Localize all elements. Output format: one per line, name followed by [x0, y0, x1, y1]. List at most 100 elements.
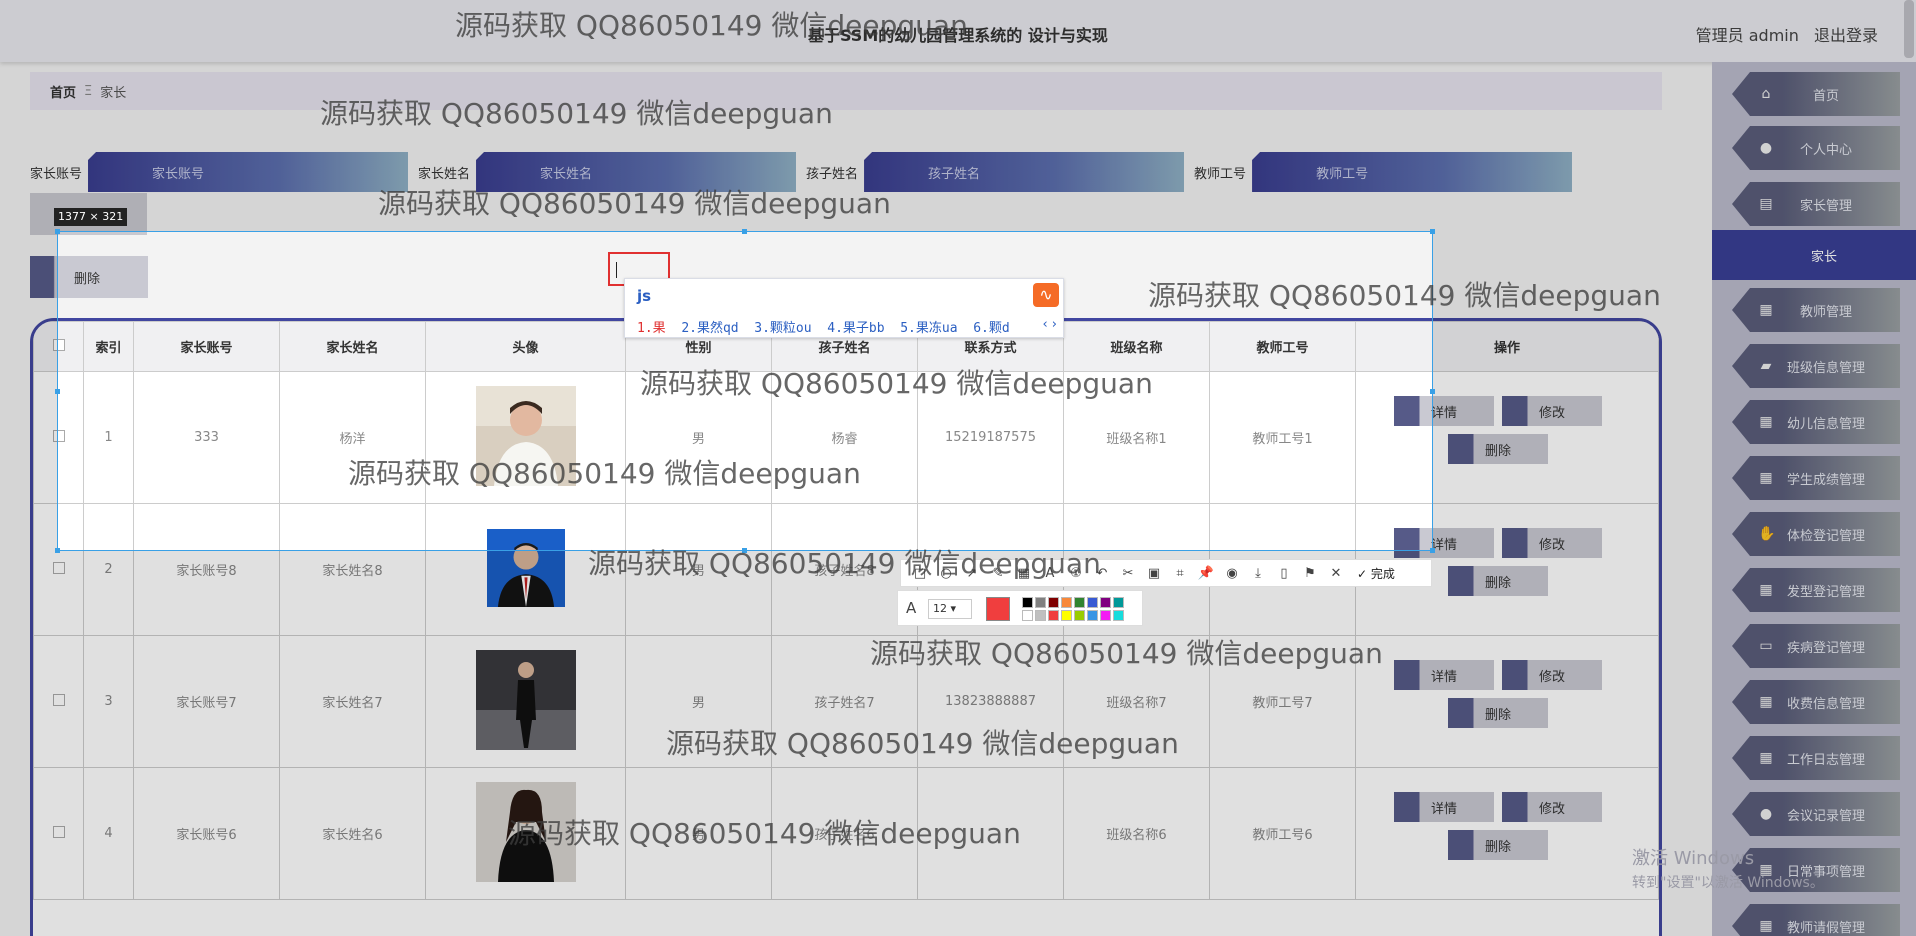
- ime-candidate[interactable]: 5.果冻ua: [900, 321, 957, 336]
- color-swatch[interactable]: [1061, 597, 1072, 608]
- watermark-text: 源码获取 QQ86050149 微信deepguan: [348, 457, 861, 490]
- sidebar-item-log-mgmt[interactable]: ▦ 工作日志管理: [1732, 736, 1900, 780]
- sidebar-item-label: 学生成绩管理: [1786, 472, 1865, 488]
- sidebar-item-hair-mgmt[interactable]: ▦ 发型登记管理: [1732, 568, 1900, 612]
- ime-candidate[interactable]: 4.果子bb: [827, 321, 884, 336]
- cell-account: 家长账号6: [133, 767, 280, 900]
- watermark-text: 源码获取 QQ86050149 微信deepguan: [666, 727, 1179, 760]
- sidebar-item-child-mgmt[interactable]: ▦ 幼儿信息管理: [1732, 400, 1900, 444]
- scissors-icon[interactable]: ✂: [1115, 566, 1141, 581]
- cell-name: 家长姓名6: [279, 767, 426, 900]
- ime-candidate[interactable]: 6.颗d: [973, 321, 1009, 336]
- sidebar-item-fee-mgmt[interactable]: ▦ 收费信息管理: [1732, 680, 1900, 724]
- sidebar-item-label: 会议记录管理: [1786, 808, 1865, 824]
- delete-button[interactable]: 删除: [1448, 698, 1548, 728]
- color-swatch[interactable]: [1035, 597, 1046, 608]
- color-swatch[interactable]: [1113, 610, 1124, 621]
- ocr-icon[interactable]: ▣: [1141, 566, 1167, 581]
- color-swatch[interactable]: [1022, 610, 1033, 621]
- edit-button[interactable]: 修改: [1502, 792, 1602, 822]
- ime-candidate[interactable]: 3.颗粒ou: [754, 321, 811, 336]
- edit-button[interactable]: 修改: [1502, 660, 1602, 690]
- edit-button[interactable]: 修改: [1502, 396, 1602, 426]
- current-color-swatch[interactable]: [986, 597, 1010, 621]
- sidebar-item-parent[interactable]: 家长: [1712, 230, 1916, 280]
- pin-icon[interactable]: 📌: [1193, 566, 1219, 581]
- color-swatch[interactable]: [1074, 610, 1085, 621]
- breadcrumb-separator-icon: Ξ: [84, 83, 93, 99]
- delete-button[interactable]: 删除: [1448, 434, 1548, 464]
- cell-ops: 详情 修改 删除: [1355, 635, 1659, 768]
- sidebar-item-meeting-mgmt[interactable]: ● 会议记录管理: [1732, 792, 1900, 836]
- sidebar-item-class-mgmt[interactable]: ▰ 班级信息管理: [1732, 344, 1900, 388]
- row-checkbox[interactable]: [33, 635, 84, 768]
- cell-teacher: 教师工号6: [1209, 767, 1356, 900]
- resize-handle[interactable]: [55, 548, 60, 553]
- sidebar-item-teacher-mgmt[interactable]: ▦ 教师管理: [1732, 288, 1900, 332]
- cell-index: 4: [83, 767, 134, 900]
- resize-handle[interactable]: [1430, 389, 1435, 394]
- done-button[interactable]: ✓ 完成: [1357, 565, 1395, 582]
- child-name-input[interactable]: 孩子姓名: [864, 152, 1185, 192]
- ime-candidate[interactable]: 2.果然qd: [681, 321, 738, 336]
- cell-index: 3: [83, 635, 134, 768]
- sidebar-item-home[interactable]: ⌂ 首页: [1732, 72, 1900, 116]
- sidebar-item-leave-mgmt[interactable]: ▦ 教师请假管理: [1732, 904, 1900, 936]
- sidebar-item-profile[interactable]: ● 个人中心: [1732, 126, 1900, 170]
- sidebar-item-score-mgmt[interactable]: ▦ 学生成绩管理: [1732, 456, 1900, 500]
- scan-icon[interactable]: ⌗: [1167, 566, 1193, 581]
- breadcrumb-home[interactable]: 首页: [50, 82, 76, 101]
- resize-handle[interactable]: [1430, 548, 1435, 553]
- page-scrollbar[interactable]: [1904, 0, 1914, 58]
- sidebar-item-parent-mgmt[interactable]: ▤ 家长管理: [1732, 182, 1900, 226]
- logout-link[interactable]: 退出登录: [1814, 26, 1878, 45]
- detail-button[interactable]: 详情: [1394, 660, 1494, 690]
- parent-account-input[interactable]: 家长账号: [88, 152, 409, 192]
- delete-button[interactable]: 删除: [1448, 566, 1548, 596]
- sidebar-item-checkup-mgmt[interactable]: ✋ 体检登记管理: [1732, 512, 1900, 556]
- color-swatch[interactable]: [1100, 597, 1111, 608]
- resize-handle[interactable]: [55, 389, 60, 394]
- sidebar-item-label: 班级信息管理: [1786, 360, 1865, 376]
- delete-button[interactable]: 删除: [1448, 830, 1548, 860]
- sidebar-item-label: 个人中心: [1799, 142, 1852, 158]
- teacher-id-input[interactable]: 教师工号: [1252, 152, 1573, 192]
- ime-page-nav-icon[interactable]: ‹ ›: [1042, 317, 1057, 332]
- color-swatch[interactable]: [1035, 610, 1046, 621]
- color-swatch[interactable]: [1022, 597, 1033, 608]
- watermark-text: 源码获取 QQ86050149 微信deepguan: [378, 187, 891, 220]
- color-swatch[interactable]: [1048, 610, 1059, 621]
- selection-size-label: 1377 × 321: [54, 208, 128, 226]
- color-swatch[interactable]: [1061, 610, 1072, 621]
- color-swatch[interactable]: [1113, 597, 1124, 608]
- resize-handle[interactable]: [55, 229, 60, 234]
- detail-button[interactable]: 详情: [1394, 792, 1494, 822]
- ime-candidate[interactable]: 1.果: [637, 321, 666, 336]
- resize-handle[interactable]: [1430, 229, 1435, 234]
- sidebar-item-illness-mgmt[interactable]: ▭ 疾病登记管理: [1732, 624, 1900, 668]
- record-icon[interactable]: ◉: [1219, 566, 1245, 581]
- home-icon: ⌂: [1761, 86, 1771, 102]
- resize-handle[interactable]: [742, 229, 747, 234]
- color-swatch[interactable]: [1087, 597, 1098, 608]
- ticket-icon: ▰: [1760, 358, 1772, 374]
- sidebar-item-label: 教师管理: [1799, 304, 1852, 320]
- cell-class: 班级名称6: [1063, 767, 1210, 900]
- font-size-select[interactable]: 12 ▾: [928, 599, 972, 619]
- close-icon[interactable]: ✕: [1323, 566, 1349, 581]
- edit-button[interactable]: 修改: [1502, 528, 1602, 558]
- sidebar-item-label: 家长管理: [1799, 198, 1852, 214]
- cell-name: 家长姓名7: [279, 635, 426, 768]
- row-checkbox[interactable]: [33, 767, 84, 900]
- color-swatch[interactable]: [1048, 597, 1059, 608]
- color-swatch[interactable]: [1074, 597, 1085, 608]
- windows-activation-notice: 激活 Windows 转到"设置"以激活 Windows。: [1632, 844, 1824, 892]
- admin-label: 管理员 admin: [1695, 26, 1799, 45]
- sidebar-item-label: 首页: [1812, 88, 1839, 104]
- download-icon[interactable]: ⤓: [1245, 566, 1271, 581]
- text-style-palette: A 12 ▾: [897, 590, 1143, 626]
- color-swatch[interactable]: [1087, 610, 1098, 621]
- phone-icon[interactable]: ▯: [1271, 566, 1297, 581]
- color-swatch[interactable]: [1100, 610, 1111, 621]
- bookmark-icon[interactable]: ⚑: [1297, 566, 1323, 581]
